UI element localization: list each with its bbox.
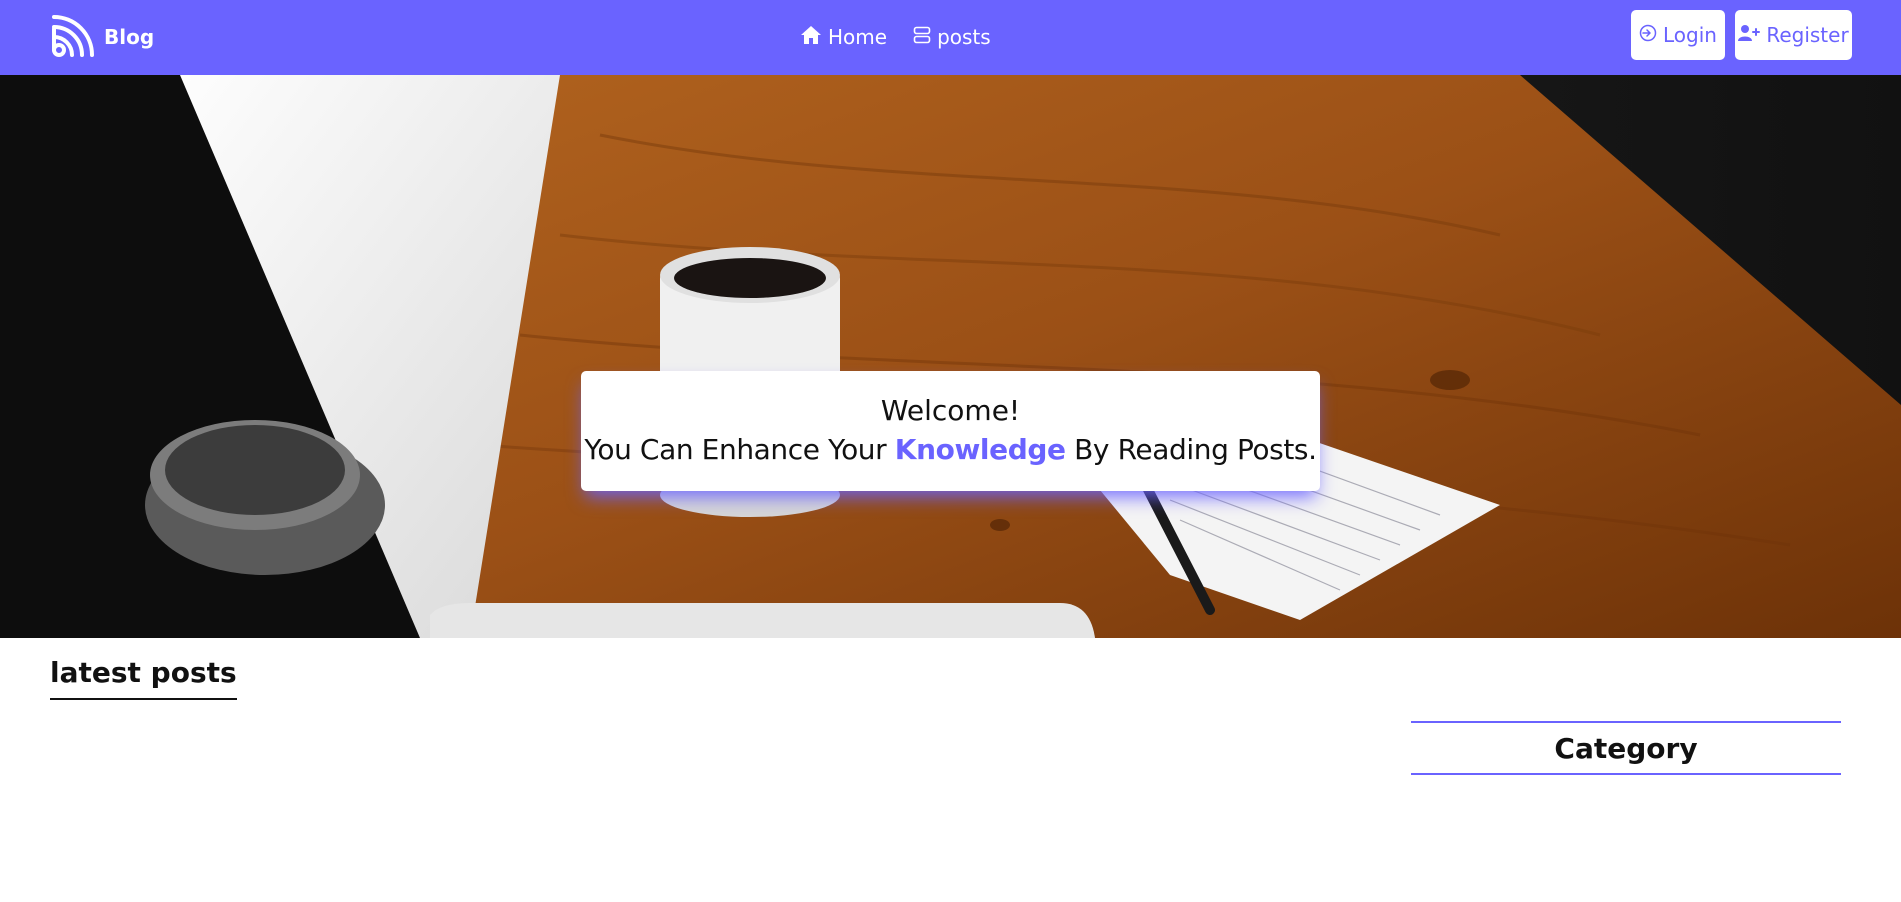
brand-name: Blog xyxy=(104,25,155,49)
hero-background-image xyxy=(0,75,1901,638)
hero-banner: Welcome! You Can Enhance Your Knowledge … xyxy=(0,75,1901,638)
welcome-greeting: Welcome! xyxy=(880,394,1021,427)
nav-home-label: Home xyxy=(828,25,888,49)
rss-icon xyxy=(50,15,94,59)
nav-home[interactable]: Home xyxy=(800,25,887,50)
category-heading: Category xyxy=(1554,731,1698,765)
main-nav: Home posts xyxy=(800,20,1017,54)
register-button[interactable]: Register xyxy=(1735,10,1852,60)
top-navbar: Blog Home posts Login Register xyxy=(0,0,1901,75)
brand-link[interactable]: Blog xyxy=(50,13,154,61)
category-panel: Category xyxy=(1411,721,1841,775)
nav-posts[interactable]: posts xyxy=(913,25,991,49)
tagline-highlight: Knowledge xyxy=(894,433,1066,466)
latest-posts-heading: latest posts xyxy=(50,656,237,700)
nav-posts-label: posts xyxy=(937,25,991,49)
login-button[interactable]: Login xyxy=(1631,10,1725,60)
register-label: Register xyxy=(1766,23,1849,47)
tagline-before: You Can Enhance Your xyxy=(584,433,887,466)
login-icon xyxy=(1639,23,1663,47)
tagline-after: By Reading Posts. xyxy=(1074,433,1317,466)
add-user-icon xyxy=(1738,23,1766,47)
login-label: Login xyxy=(1663,23,1717,47)
welcome-card: Welcome! You Can Enhance Your Knowledge … xyxy=(581,371,1320,491)
welcome-tagline: You Can Enhance Your Knowledge By Readin… xyxy=(581,434,1320,466)
home-icon xyxy=(800,25,828,50)
server-icon xyxy=(913,25,937,49)
